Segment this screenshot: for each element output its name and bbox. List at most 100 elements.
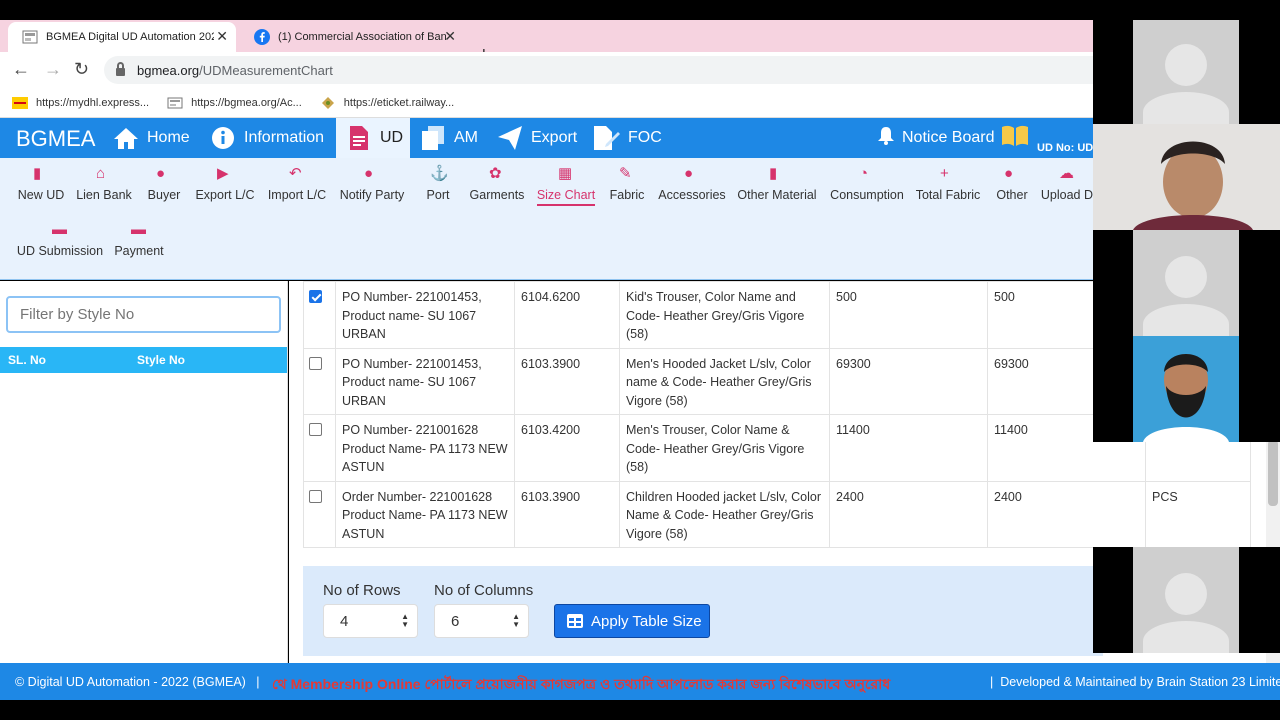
address-bar[interactable]: bgmea.org/UDMeasurementChart (104, 56, 1093, 84)
info-icon (210, 125, 236, 151)
subnav-size-chart[interactable]: ▦ Size Chart (536, 158, 596, 206)
url-host: bgmea.org (137, 62, 200, 78)
filter-style-input[interactable] (6, 296, 281, 333)
row-checkbox[interactable] (309, 290, 322, 303)
nav-home[interactable]: Home (113, 118, 190, 158)
cell-qty1: 2400 (829, 480, 988, 548)
row-checkbox[interactable] (309, 489, 322, 503)
nav-foc[interactable]: FOC (594, 118, 662, 158)
apply-table-size-button[interactable]: Apply Table Size (554, 604, 710, 638)
palette-icon: ● (683, 165, 694, 182)
page-footer: © Digital UD Automation - 2022 (BGMEA) |… (0, 663, 1280, 700)
subnav-label: Fabric (609, 188, 645, 202)
nav-ud[interactable]: UD (336, 118, 410, 158)
cols-input[interactable]: 6 ▲ ▼ (434, 604, 529, 638)
row-checkbox[interactable] (309, 423, 322, 436)
nav-information[interactable]: Information (210, 118, 324, 158)
subnav-import-l-c[interactable]: ↶ Import L/C (268, 158, 326, 203)
subnav-label: Other Material (737, 188, 817, 202)
subnav-label: New UD (17, 188, 65, 202)
screen-bottom-bar (0, 700, 1280, 720)
copy-icon (420, 125, 446, 151)
export-file-icon: ▶ (217, 165, 229, 182)
nav-label: Information (244, 129, 325, 146)
chat-icon: ● (363, 165, 374, 182)
brand-logo[interactable]: BGMEA (16, 126, 95, 152)
participant-photo-icon (1133, 336, 1239, 442)
cell-desc: PO Number- 221001453, Product name- SU 1… (335, 281, 515, 349)
browser-tab-facebook[interactable]: (1) Commercial Association of Bangla ✕ (240, 22, 464, 52)
stepper-icon[interactable]: ▲ ▼ (401, 613, 409, 629)
cloud-upload-icon: ☁ (1058, 165, 1074, 182)
tab-title: (1) Commercial Association of Bangla (278, 31, 446, 43)
subnav-ud-submission[interactable]: ▬ UD Submission (17, 214, 103, 259)
cols-value: 6 (451, 613, 460, 630)
bookmark-icon: ▮ (768, 165, 778, 182)
dhl-icon (12, 96, 28, 109)
subnav-label: Payment (114, 244, 164, 258)
marquee-highlight: Membership Online (290, 676, 421, 692)
cell-qty1: 11400 (829, 414, 988, 482)
document-icon (346, 125, 372, 151)
bell-icon (878, 126, 894, 150)
video-tile-1 (1093, 20, 1280, 124)
subnav-other-material[interactable]: ▮ Other Material (737, 158, 817, 203)
ud-number: UD No: UD (1037, 142, 1094, 154)
cell-hs: 6103.3900 (514, 480, 620, 548)
bookmark-label: https://mydhl.express... (36, 96, 150, 109)
bookmark-railway[interactable]: https://eticket.railway... (320, 96, 454, 109)
footer-developer: | Developed & Maintained by Brain Statio… (990, 675, 1280, 689)
ud-sub-nav: ▮ New UD ⌂ Lien Bank ● Buyer ▶ Export L/C ↶ Impor… (0, 158, 1093, 280)
subnav-consumption[interactable]: ◔ Consumption (830, 158, 904, 203)
scrollbar-thumb[interactable] (1268, 440, 1278, 506)
subnav-upload-d[interactable]: ☁ Upload D (1041, 158, 1093, 203)
avatar-placeholder-icon (1165, 44, 1207, 86)
subnav-label: Garments (469, 188, 525, 202)
close-tab-icon[interactable]: ✕ (216, 28, 228, 45)
browser-toolbar: ← → ↻ bgmea.org/UDMeasurementChart (0, 52, 1093, 88)
subnav-fabric[interactable]: ✎ Fabric (609, 158, 645, 203)
browser-tab-bgmea[interactable]: BGMEA Digital UD Automation 2020 ✕ (8, 22, 236, 52)
rows-input[interactable]: 4 ▲ ▼ (323, 604, 418, 638)
subnav-lien-bank[interactable]: ⌂ Lien Bank (76, 158, 132, 203)
reload-icon[interactable]: ↻ (74, 59, 89, 80)
subnav-new-ud[interactable]: ▮ New UD (17, 158, 65, 203)
reply-icon: ↶ (288, 165, 302, 182)
subnav-garments[interactable]: ✿ Garments (469, 158, 525, 203)
subnav-label: Buyer (147, 188, 181, 202)
subnav-port[interactable]: ⚓ Port (426, 158, 450, 203)
subnav-buyer[interactable]: ● Buyer (147, 158, 181, 203)
cell-hs: 6103.4200 (514, 414, 620, 482)
bookmark-dhl[interactable]: https://mydhl.express... (12, 96, 150, 109)
subnav-accessories[interactable]: ● Accessories (658, 158, 725, 203)
subnav-label: Other (996, 188, 1028, 202)
bookmark-bgmea[interactable]: https://bgmea.org/Ac... (167, 97, 302, 109)
video-tile-3 (1093, 230, 1280, 336)
row-checkbox[interactable] (309, 356, 322, 370)
subnav-notify-party[interactable]: ● Notify Party (340, 158, 405, 203)
stepper-icon[interactable]: ▲ ▼ (512, 613, 520, 629)
close-tab-icon[interactable]: ✕ (444, 28, 456, 45)
video-tile-2 (1093, 124, 1280, 230)
card-icon: ▬ (51, 221, 67, 238)
back-arrow-icon[interactable]: ← (12, 59, 30, 80)
bookmark-label: https://bgmea.org/Ac... (191, 96, 302, 109)
forward-arrow-icon[interactable]: → (44, 59, 62, 80)
app-top-nav: BGMEA Home Information UD AM Export FOC … (0, 118, 1093, 158)
subnav-other[interactable]: ● Other (996, 158, 1028, 203)
bgmea-favicon-icon (167, 97, 183, 108)
subnav-payment[interactable]: ▬ Payment (114, 214, 164, 259)
nav-am[interactable]: AM (420, 118, 478, 158)
leaf-icon: ✎ (618, 165, 632, 182)
subnav-export-l-c[interactable]: ▶ Export L/C (195, 158, 254, 203)
nav-label: FOC (628, 129, 662, 146)
browser-tab-strip: BGMEA Digital UD Automation 2020 ✕ (1) C… (0, 20, 1093, 66)
subnav-label: Port (426, 188, 450, 202)
notice-board-link[interactable]: Notice Board (878, 118, 1029, 158)
send-icon (497, 125, 523, 151)
info-icon: ● (1003, 165, 1014, 182)
subnav-total-fabric[interactable]: + Total Fabric (916, 158, 981, 203)
nav-export[interactable]: Export (497, 118, 577, 158)
table-icon: ▦ (557, 165, 573, 182)
railway-icon (321, 96, 334, 109)
